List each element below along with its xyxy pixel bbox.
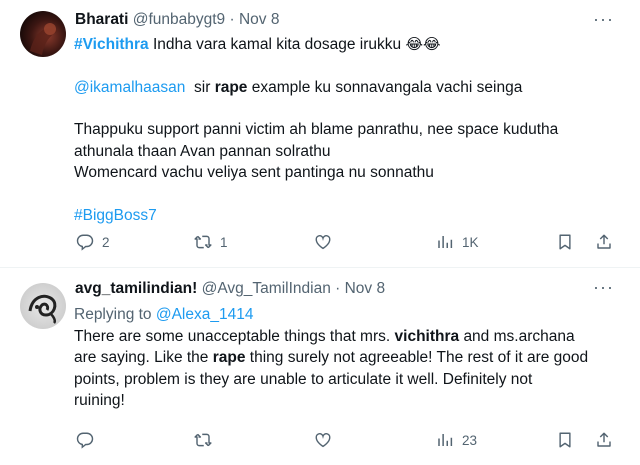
text-span: sir [194, 78, 211, 96]
tweet-text: #Vichithra Indha vara kamal kita dosage … [74, 34, 619, 226]
reply-icon [76, 234, 94, 251]
tweet[interactable]: avg_tamilindian! @Avg_TamilIndian · Nov … [0, 268, 640, 465]
hashtag-link[interactable]: #Vichithra [74, 36, 149, 53]
bookmark-icon [559, 432, 571, 448]
hashtag-link[interactable]: #BiggBoss7 [74, 207, 157, 224]
reply-icon [76, 432, 94, 449]
display-name[interactable]: Bharati [75, 11, 128, 28]
text-span: and ms.archana [463, 327, 575, 345]
display-name[interactable]: avg_tamilindian! [75, 280, 197, 297]
tweet-header: avg_tamilindian! @Avg_TamilIndian · Nov … [75, 279, 385, 299]
mention-link[interactable]: @ikamalhaasan [74, 79, 185, 96]
text-line: Womencard vachu veliya sent pantinga nu … [74, 164, 434, 181]
mention-link[interactable]: @Alexa_1414 [156, 306, 254, 323]
bookmark-icon [559, 234, 571, 250]
text-span: example ku sonnavangala vachi seinga [251, 78, 523, 96]
bold-keyword: vichithra [394, 327, 460, 345]
user-handle[interactable]: @funbabygt9 [133, 11, 225, 28]
more-icon[interactable]: ··· [593, 10, 614, 28]
separator: · [335, 280, 341, 297]
share-button[interactable] [595, 233, 613, 251]
separator: · [229, 11, 235, 28]
avatar[interactable] [20, 283, 66, 329]
tweet-header: Bharati @funbabygt9 · Nov 8 [75, 10, 279, 30]
action-bar: 2 1 1K [74, 233, 614, 255]
text-line: athunala thaan Avan pannan solrathu [74, 142, 331, 160]
share-icon [597, 432, 611, 447]
repost-icon [194, 433, 212, 447]
text-line: ruining! [74, 392, 125, 409]
bold-keyword: rape [212, 349, 246, 366]
like-icon [315, 235, 331, 250]
share-button[interactable] [595, 431, 613, 449]
timestamp[interactable]: Nov 8 [239, 11, 280, 28]
bookmark-button[interactable] [556, 233, 574, 251]
text-line: Thappuku support panni victim ah blame p… [74, 121, 559, 138]
repost-button[interactable] [194, 431, 220, 449]
reply-button[interactable] [76, 431, 102, 449]
repost-count: 1 [220, 234, 228, 250]
views-count: 1K [462, 234, 479, 250]
text-span: There are some unacceptable things that … [74, 327, 391, 345]
text-span: thing surely not agreeable! The rest of … [249, 349, 589, 366]
emoji: 😂😂 [405, 36, 441, 53]
bookmark-button[interactable] [556, 431, 574, 449]
views-icon [438, 236, 453, 248]
views-button[interactable]: 1K [436, 233, 479, 251]
replying-label: Replying to [74, 306, 152, 323]
reply-count: 2 [102, 234, 110, 250]
tweet[interactable]: Bharati @funbabygt9 · Nov 8 ··· #Vichith… [0, 0, 640, 268]
text-span: are saying. Like the [74, 349, 209, 366]
user-handle[interactable]: @Avg_TamilIndian [202, 280, 331, 297]
more-icon[interactable]: ··· [593, 278, 614, 296]
like-icon [315, 433, 331, 448]
action-bar: 23 [74, 431, 614, 453]
timestamp[interactable]: Nov 8 [345, 280, 386, 297]
bold-keyword: rape [214, 78, 248, 96]
views-button[interactable]: 23 [436, 431, 477, 449]
reply-button[interactable]: 2 [76, 233, 110, 251]
like-button[interactable] [314, 431, 340, 449]
text-span: Indha vara kamal kita dosage irukku [152, 36, 402, 53]
repost-icon [194, 235, 212, 249]
like-button[interactable] [314, 233, 340, 251]
tweet-text: Replying to @Alexa_1414 There are some u… [74, 304, 619, 412]
text-line: points, problem is they are unable to ar… [74, 370, 533, 388]
share-icon [597, 234, 611, 249]
avatar[interactable] [20, 11, 66, 57]
views-icon [438, 434, 453, 446]
views-count: 23 [462, 432, 478, 448]
repost-button[interactable]: 1 [194, 233, 228, 251]
